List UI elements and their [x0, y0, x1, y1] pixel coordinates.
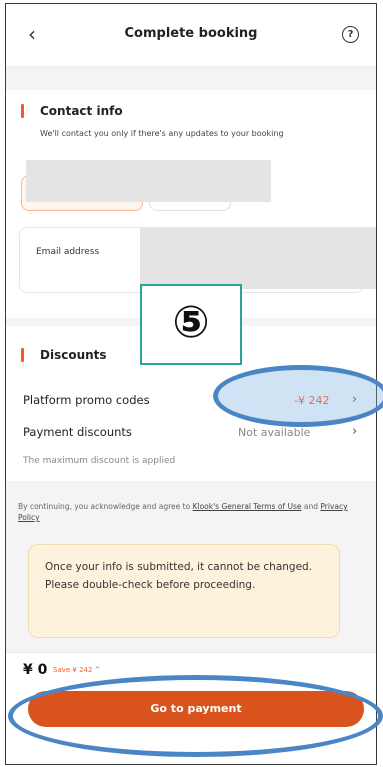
notice-box: Once your info is submitted, it cannot b… — [28, 544, 340, 638]
contact-info-description: We'll contact you only if there's any up… — [40, 129, 284, 138]
terms-of-use-link[interactable]: Klook's General Terms of Use — [193, 502, 302, 511]
chevron-right-icon[interactable]: › — [352, 424, 357, 439]
max-discount-note: The maximum discount is applied — [23, 456, 176, 466]
savings-toggle[interactable]: Save ¥ 242 ^ — [53, 666, 101, 674]
total-price: ¥ 0 — [23, 662, 48, 678]
redacted-area — [26, 160, 271, 202]
payment-highlight-ellipse — [8, 675, 383, 757]
redacted-email-value — [140, 227, 376, 289]
payment-discounts-label[interactable]: Payment discounts — [23, 425, 132, 439]
discounts-title: Discounts — [40, 348, 107, 362]
section-gap — [6, 67, 376, 89]
platform-promo-codes-label[interactable]: Platform promo codes — [23, 393, 150, 407]
top-bar: ‹ Complete booking ? — [6, 4, 376, 67]
promo-highlight-ellipse — [213, 365, 383, 427]
notice-text: Once your info is submitted, it cannot b… — [45, 561, 313, 591]
step-annotation: ⑤ — [140, 284, 242, 365]
terms-prefix: By continuing, you acknowledge and agree… — [18, 502, 193, 511]
email-label: Email address — [36, 247, 100, 257]
terms-conjunction: and — [301, 502, 321, 511]
step-number: ⑤ — [172, 297, 210, 348]
contact-info-title: Contact info — [40, 104, 123, 118]
terms-text: By continuing, you acknowledge and agree… — [18, 501, 358, 523]
payment-discounts-value: Not available — [238, 426, 311, 439]
section-accent-bar — [21, 348, 24, 362]
page-title: Complete booking — [124, 26, 258, 41]
section-accent-bar — [21, 104, 24, 118]
help-icon[interactable]: ? — [342, 26, 359, 43]
